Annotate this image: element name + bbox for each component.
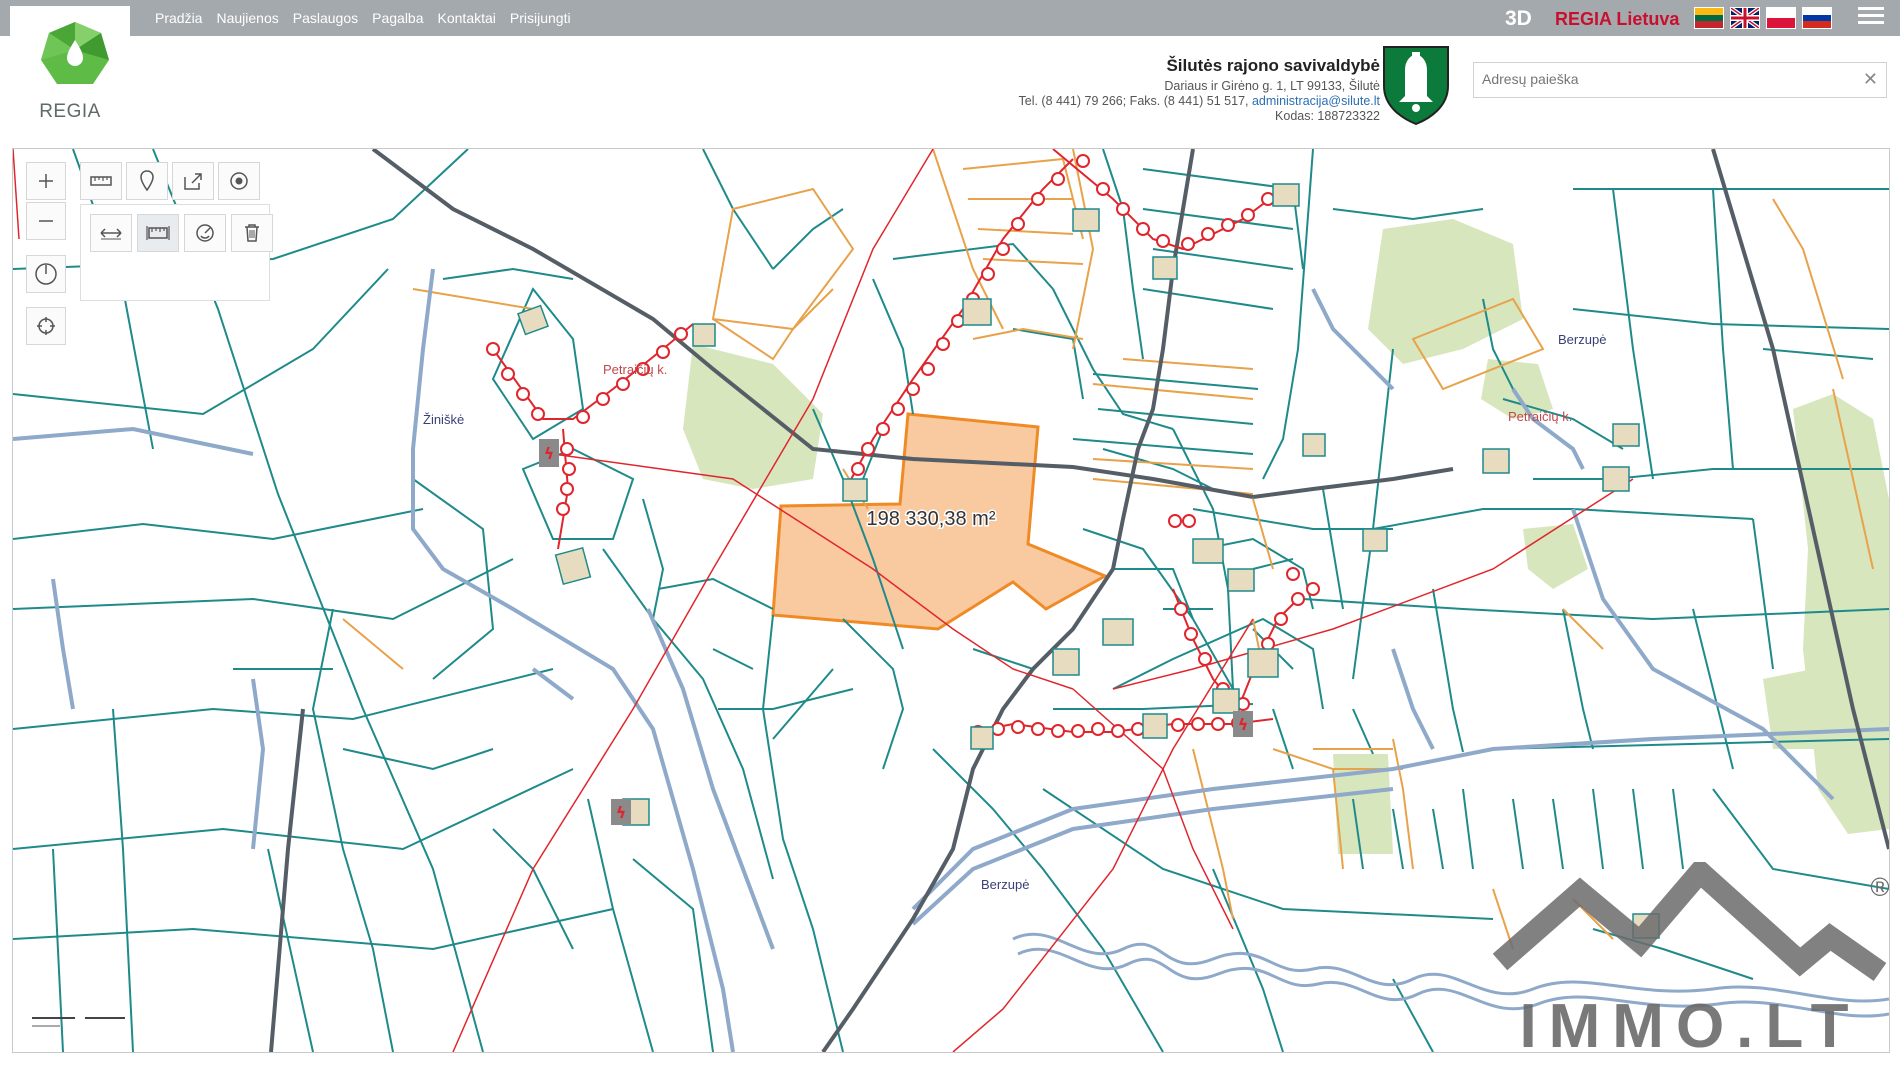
place-label-berzupe-s: Berzupė <box>981 877 1029 892</box>
svg-text:ϟ: ϟ <box>544 444 555 463</box>
svg-text:ϟ: ϟ <box>616 803 627 822</box>
lt-flag-icon[interactable] <box>1694 7 1724 29</box>
circle-measure-icon <box>196 224 214 242</box>
measure-distance-button[interactable] <box>90 214 132 252</box>
municipality-info: Šilutės rajono savivaldybė Dariaus ir Gi… <box>1019 56 1381 124</box>
circle-dot-icon <box>230 172 248 190</box>
ruler-icon <box>90 176 112 186</box>
crosshair-icon <box>37 317 55 335</box>
municipality-email-link[interactable]: administracija@silute.lt <box>1252 94 1380 108</box>
nav-naujienos[interactable]: Naujienos <box>216 10 278 26</box>
main-nav: Pradžia Naujienos Paslaugos Pagalba Kont… <box>155 0 571 36</box>
pin-icon <box>140 170 154 192</box>
regia-lietuva-link[interactable]: REGIA Lietuva <box>1555 6 1679 32</box>
measure-circle-button[interactable] <box>184 214 226 252</box>
regia-logo[interactable]: REGIA <box>10 6 130 126</box>
municipality-contacts: Tel. (8 441) 79 266; Faks. (8 441) 51 51… <box>1019 94 1381 109</box>
nav-pradzia[interactable]: Pradžia <box>155 10 202 26</box>
nav-kontaktai[interactable]: Kontaktai <box>438 10 496 26</box>
plus-icon <box>39 174 53 188</box>
zoom-in-button[interactable] <box>26 162 66 200</box>
hamburger-menu-icon[interactable] <box>1858 7 1884 29</box>
nav-prisijungti[interactable]: Prisijungti <box>510 10 571 26</box>
watermark-text: IMMO.LT <box>1519 992 1860 1061</box>
ru-flag-icon[interactable] <box>1802 7 1832 29</box>
trash-icon <box>245 224 259 242</box>
place-label-petraiciu: Petraičių k. <box>603 362 667 377</box>
share-icon <box>184 173 202 190</box>
3d-button[interactable]: 3D <box>1505 6 1532 32</box>
distance-icon <box>100 228 122 240</box>
nav-paslaugos[interactable]: Paslaugos <box>293 10 358 26</box>
immo-watermark-logo: ® IMMO.LT <box>1492 862 1890 1061</box>
municipality-name: Šilutės rajono savivaldybė <box>1166 56 1380 75</box>
scale-bar <box>32 1017 125 1027</box>
place-label-ziniske: Žiniškė <box>423 412 464 427</box>
municipality-address: Dariaus ir Girėno g. 1, LT 99133, Šilutė <box>1164 79 1380 93</box>
rotate-north-button[interactable] <box>26 255 66 293</box>
substation-icons: ϟ ϟ ϟ <box>539 439 1253 825</box>
regia-logo-icon <box>41 22 109 84</box>
measure-line-button[interactable] <box>80 162 122 200</box>
compass-icon <box>35 263 57 285</box>
add-marker-button[interactable] <box>126 162 168 200</box>
language-flags <box>1694 7 1832 29</box>
address-search-input[interactable] <box>1474 63 1860 95</box>
uk-flag-icon[interactable] <box>1730 7 1760 29</box>
delete-measure-button[interactable] <box>231 214 273 252</box>
municipality-crest-icon <box>1381 44 1451 131</box>
parcel-area-label: 198 330,38 m² <box>867 508 996 530</box>
orange-boundaries <box>342 149 1874 950</box>
radius-button[interactable] <box>218 162 260 200</box>
place-label-petraiciu-e: Petraičių k. <box>1508 409 1572 424</box>
svg-text:ϟ: ϟ <box>1238 715 1249 734</box>
area-ruler-icon <box>146 226 170 240</box>
zoom-out-button[interactable] <box>26 202 66 240</box>
pl-flag-icon[interactable] <box>1766 7 1796 29</box>
municipality-phone: Tel. (8 441) 79 266; Faks. (8 441) 51 51… <box>1018 94 1252 108</box>
measure-area-button[interactable] <box>137 214 179 252</box>
registered-mark: ® <box>1870 872 1889 902</box>
nav-pagalba[interactable]: Pagalba <box>372 10 423 26</box>
minus-icon <box>39 220 53 222</box>
locate-button[interactable] <box>26 307 66 345</box>
clear-search-icon[interactable]: ✕ <box>1863 69 1878 90</box>
municipality-code: Kodas: 188723322 <box>1275 109 1380 123</box>
share-button[interactable] <box>172 162 214 200</box>
place-label-berzupe-ne: Berzupė <box>1558 332 1606 347</box>
logo-text: REGIA <box>39 101 101 122</box>
address-search: ✕ <box>1473 62 1887 98</box>
place-labels: Žiniškė Petraičių k. Berzupė Petraičių k… <box>423 332 1606 892</box>
